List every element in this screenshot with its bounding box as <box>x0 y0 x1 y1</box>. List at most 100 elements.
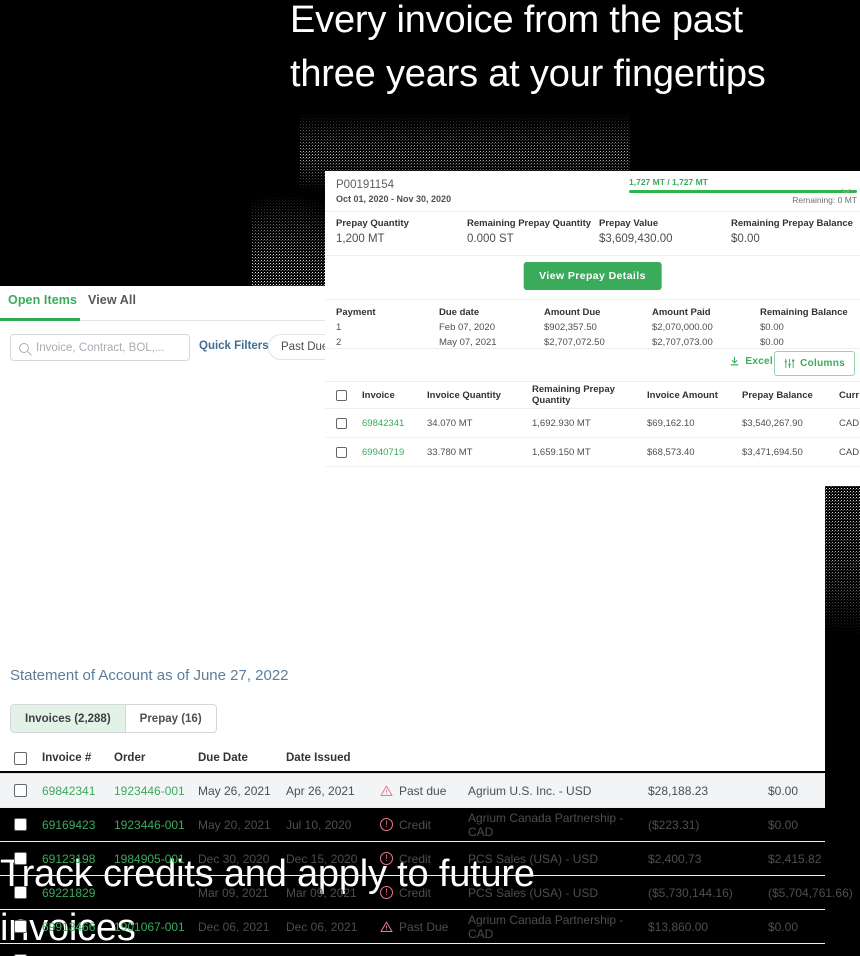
stat-value: 1,200 MT <box>336 233 385 245</box>
stat-value: $0.00 <box>731 233 760 245</box>
checkbox-icon <box>14 751 27 765</box>
warning-triangle-icon <box>380 785 393 796</box>
cell-due-date: Mar 09, 2021 <box>198 885 269 900</box>
segment-invoices[interactable]: Invoices (2,288) <box>11 705 125 732</box>
stat-label: Prepay Value <box>599 218 659 229</box>
stat-value: 0.000 ST <box>467 233 514 245</box>
row-checkbox[interactable] <box>0 886 42 899</box>
checkbox-icon <box>14 852 27 865</box>
stat-remaining-prepay-quantity: Remaining Prepay Quantity 0.000 ST <box>467 218 591 245</box>
segment-prepay[interactable]: Prepay (16) <box>124 705 216 732</box>
column-header-amount-due: Amount Due <box>544 307 601 318</box>
cell-due-date: Dec 30, 2020 <box>198 851 270 866</box>
cell-due-date: Feb 07, 2020 <box>439 322 495 333</box>
status-badge: Credit <box>380 817 468 832</box>
column-header-remaining-prepay-quantity[interactable]: Remaining Prepay Quantity <box>532 384 647 406</box>
column-header-due-date[interactable]: Due Date <box>198 752 286 764</box>
checkbox-icon <box>14 886 27 899</box>
tab-open-items[interactable]: Open Items <box>8 293 77 307</box>
cell-invoice-number[interactable]: 69842341 <box>362 418 427 429</box>
select-all-checkbox[interactable] <box>325 389 362 401</box>
table-row[interactable]: 69221829 Mar 09, 2021 Mar 09, 2021 CreditPC… <box>0 876 853 910</box>
status-badge: Credit <box>380 885 468 900</box>
cell-order-number[interactable]: 1923446-001 <box>114 784 198 798</box>
column-header-prepay-balance[interactable]: Prepay Balance <box>742 390 839 401</box>
cell-amount: ($223.31) <box>648 817 700 832</box>
payment-row: 2 May 07, 2021 $2,707,072.50 $2,707,073.00 $… <box>325 333 860 348</box>
prepay-progress-label: 1,727 MT / 1,727 MT <box>629 177 708 187</box>
chevron-down-icon[interactable] <box>840 185 852 197</box>
prepay-remaining-label: Remaining: 0 MT <box>792 195 857 205</box>
cell-due-date: May 07, 2021 <box>439 337 497 348</box>
cell-date-issued: Jul 10, 2020 <box>286 817 352 832</box>
page-title: Statement of Account as of June 27, 2022 <box>10 667 289 684</box>
cell-balance: $2,415.82 <box>768 851 822 866</box>
columns-label: Columns <box>800 358 845 369</box>
table-row[interactable]: 69264006Jun 29, 2022May 30, 2022PaidPCS … <box>0 944 828 956</box>
row-checkbox[interactable] <box>0 852 42 865</box>
cell-invoice-number[interactable]: 69913466 <box>42 920 114 934</box>
table-row[interactable]: 69913466 1901067-001 Dec 06, 2021 Dec 06, 2… <box>0 910 825 944</box>
cell-prepay-balance: $3,540,267.90 <box>742 417 803 429</box>
table-row[interactable]: 69842341 1923446-001 May 26, 2021 Apr 26, 2… <box>0 774 825 808</box>
column-header-invoice[interactable]: Invoice <box>362 390 427 401</box>
table-row[interactable]: 69940719 33.780 MT 1,659.150 MT $68,573.40 $… <box>325 438 860 467</box>
search-icon <box>19 342 29 353</box>
tab-view-all[interactable]: View All <box>88 293 136 307</box>
prepay-panel: P00191154 Oct 01, 2020 - Nov 30, 2020 1,… <box>325 171 860 486</box>
cell-date-issued: Apr 26, 2021 <box>286 783 355 798</box>
checkbox-icon <box>14 920 27 933</box>
stat-label: Remaining Prepay Balance <box>731 218 853 229</box>
headline-top: Every invoice from the past three years … <box>290 0 766 95</box>
row-checkbox[interactable] <box>325 417 362 429</box>
status-badge: Past Due <box>380 920 468 934</box>
excel-export-button[interactable]: Excel <box>729 356 773 367</box>
cell-date-issued: Dec 15, 2020 <box>286 851 358 866</box>
column-header-date-issued[interactable]: Date Issued <box>286 752 380 764</box>
prepay-invoice-table-header: Invoice Invoice Quantity Remaining Prepa… <box>325 381 860 409</box>
credit-exclamation-icon <box>380 851 393 866</box>
cell-date-issued: Dec 06, 2021 <box>286 919 358 934</box>
status-badge: Past due <box>380 784 468 798</box>
table-row[interactable]: 69169423 1923446-001 May 20, 2021 Jul 10, 2… <box>0 808 825 842</box>
column-header-order[interactable]: Order <box>114 752 198 764</box>
search-input[interactable]: Invoice, Contract, BOL,... <box>10 334 190 361</box>
payment-row: 1 Feb 07, 2020 $902,357.50 $2,070,000.00 $0.… <box>325 318 860 333</box>
row-checkbox[interactable] <box>0 818 42 831</box>
cell-invoice-quantity: 33.780 MT <box>427 446 473 458</box>
cell-invoice-number[interactable]: 69123198 <box>42 852 114 866</box>
status-badge: Credit <box>380 851 468 866</box>
row-checkbox[interactable] <box>325 446 362 458</box>
checkbox-icon <box>14 784 27 797</box>
column-header-currency[interactable]: Curr <box>839 390 860 401</box>
row-checkbox[interactable] <box>0 920 42 933</box>
warning-triangle-icon <box>380 921 393 932</box>
row-checkbox[interactable] <box>0 784 42 797</box>
tab-active-underline <box>0 318 80 321</box>
view-prepay-details-button[interactable]: View Prepay Details <box>523 262 662 290</box>
cell-order-number[interactable]: 1984905-001 <box>114 852 198 866</box>
cell-invoice-number[interactable]: 69842341 <box>42 784 114 798</box>
cell-amount: $13,860.00 <box>648 919 709 934</box>
columns-button[interactable]: Columns <box>774 351 855 376</box>
table-row[interactable]: 69842341 34.070 MT 1,692.930 MT $69,162.10 $… <box>325 409 860 438</box>
cell-invoice-number[interactable]: 69940719 <box>362 447 427 458</box>
column-header-invoice[interactable]: Invoice # <box>42 752 114 764</box>
cell-order-number[interactable]: 1923446-001 <box>114 818 198 832</box>
prepay-stats-row: Prepay Quantity 1,200 MT Remaining Prepa… <box>325 212 860 256</box>
cell-invoice-number[interactable]: 69221829 <box>42 886 114 900</box>
cell-balance: $0.00 <box>768 817 799 832</box>
cell-invoice-number[interactable]: 69169423 <box>42 818 114 832</box>
credit-exclamation-icon <box>380 885 393 900</box>
cell-amount-due: $902,357.50 <box>544 322 597 333</box>
column-header-invoice-amount[interactable]: Invoice Amount <box>647 390 742 401</box>
cell-prepay-balance: $3,471,694.50 <box>742 446 803 458</box>
cell-due-date: May 26, 2021 <box>198 783 271 798</box>
payment-table-header: Payment Due date Amount Due Amount Paid … <box>325 300 860 318</box>
invoice-table: Invoice # Order Due Date Date Issued 698… <box>0 743 853 956</box>
cell-order-number[interactable]: 1901067-001 <box>114 920 198 934</box>
column-header-invoice-quantity[interactable]: Invoice Quantity <box>427 390 532 401</box>
select-all-checkbox[interactable] <box>0 751 42 765</box>
table-row[interactable]: 69123198 1984905-001 Dec 30, 2020 Dec 15, 2… <box>0 842 825 876</box>
column-header-due-date: Due date <box>439 307 480 318</box>
